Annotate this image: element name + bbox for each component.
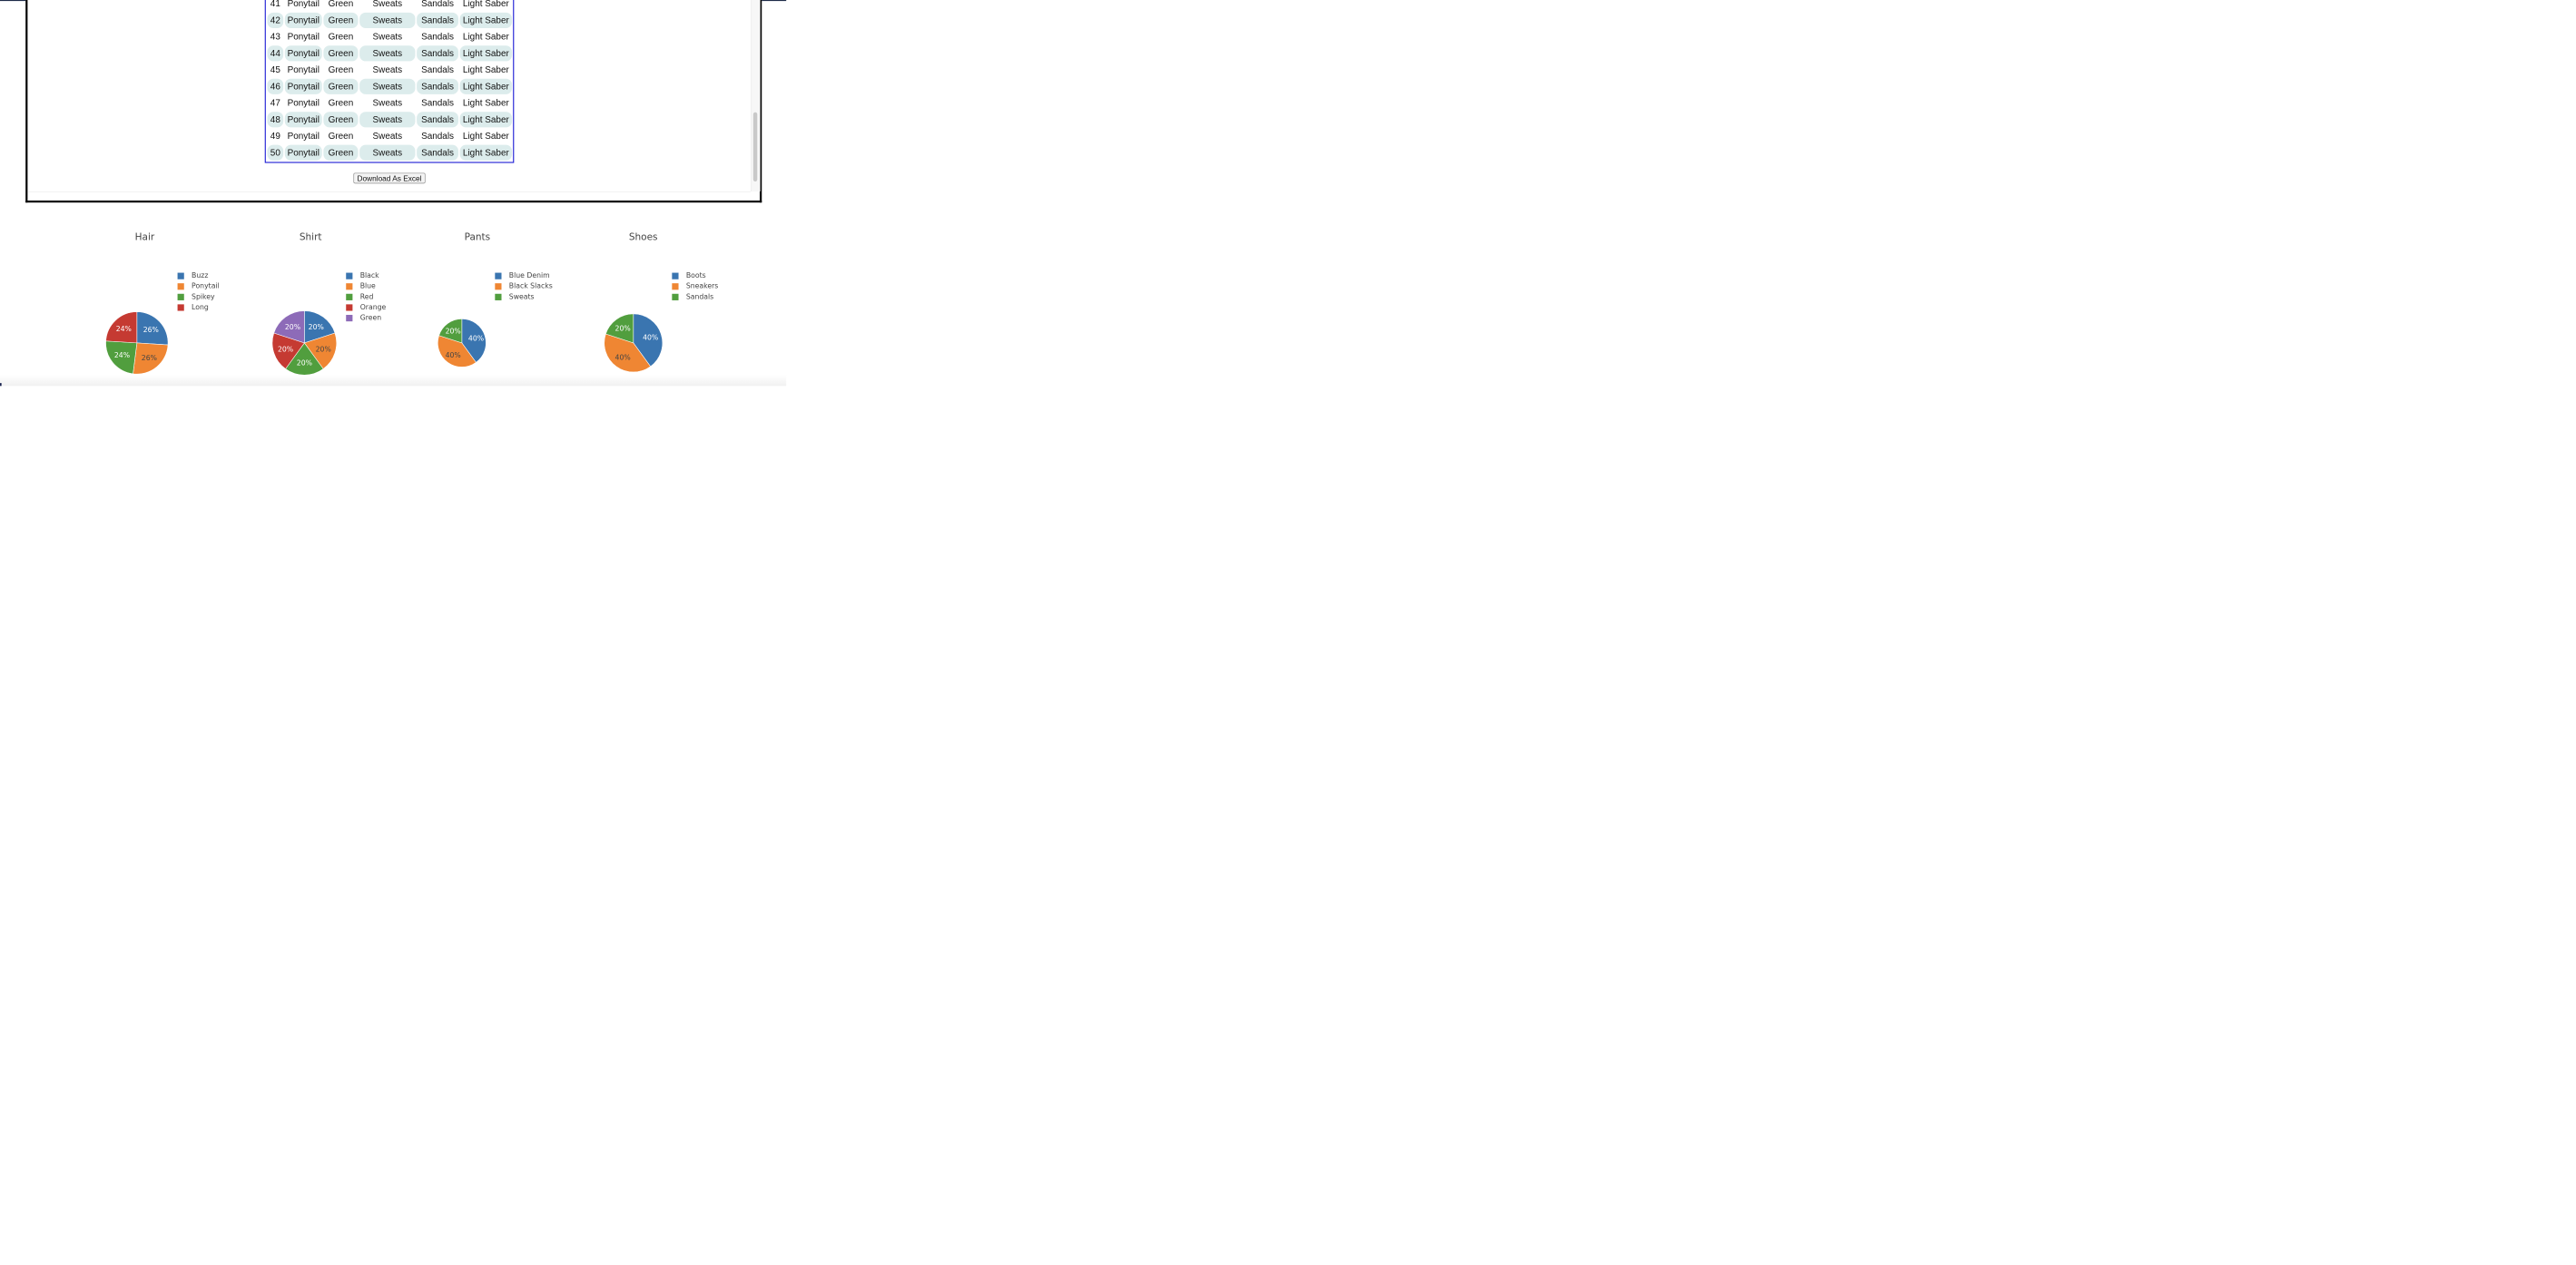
bottom-shadow: [0, 374, 787, 387]
slice-label: 40%: [643, 334, 658, 342]
window-corner: [0, 383, 2, 387]
slice-label: 40%: [615, 354, 631, 362]
screen: 41 Ponytail Green Sweats Sandals Light Saber 4…: [0, 0, 1423, 699]
slice-label: 20%: [615, 325, 631, 333]
page: 41 Ponytail Green Sweats Sandals Light Saber 4…: [0, 0, 787, 387]
pie-chart-shoes: 40% 40% 20%: [604, 313, 664, 373]
